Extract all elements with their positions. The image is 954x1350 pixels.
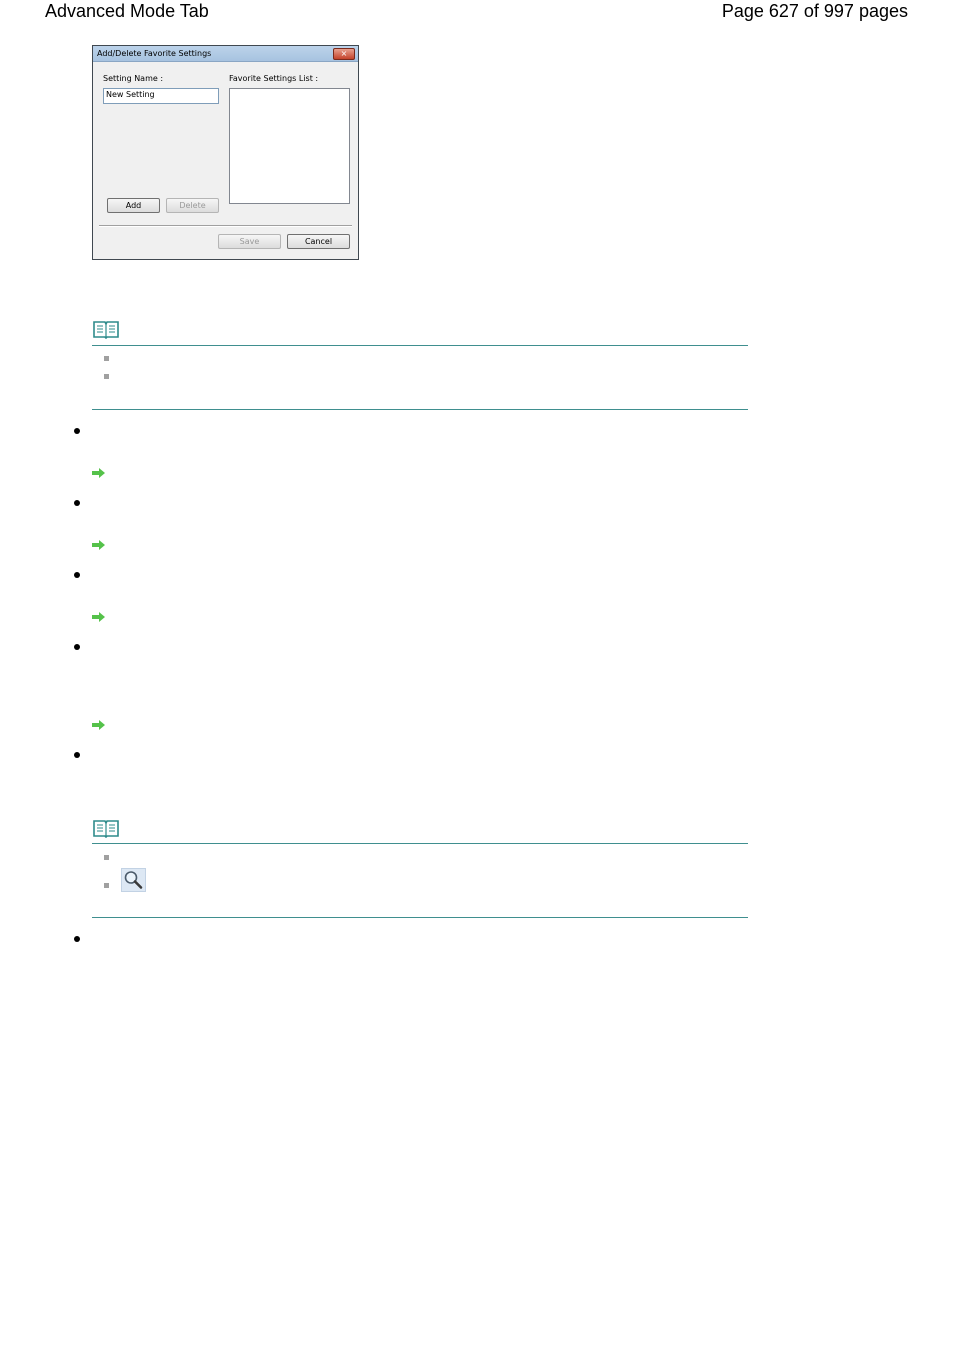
add-button[interactable]: Add — [107, 198, 160, 213]
list-bullet — [74, 752, 80, 758]
save-button[interactable]: Save — [218, 234, 281, 249]
note-top-rule — [92, 843, 748, 844]
setting-name-input[interactable]: New Setting — [103, 88, 219, 104]
list-bullet — [74, 500, 80, 506]
magnifier-icon — [121, 868, 146, 892]
square-bullet — [104, 855, 109, 860]
delete-button[interactable]: Delete — [166, 198, 219, 213]
note-book-icon — [93, 321, 119, 339]
cancel-button[interactable]: Cancel — [287, 234, 350, 249]
list-bullet — [74, 428, 80, 434]
arrow-right-icon[interactable] — [92, 720, 106, 730]
square-bullet — [104, 374, 109, 379]
list-bullet — [74, 644, 80, 650]
note-top-rule — [92, 345, 748, 346]
note-bottom-rule — [92, 409, 748, 410]
arrow-right-icon[interactable] — [92, 612, 106, 622]
setting-name-label: Setting Name : — [103, 74, 164, 83]
add-delete-favorite-settings-dialog: Add/Delete Favorite Settings × Setting N… — [92, 45, 359, 260]
dialog-title: Add/Delete Favorite Settings — [97, 49, 212, 58]
close-icon[interactable]: × — [333, 48, 355, 60]
page-header-title: Advanced Mode Tab — [45, 1, 209, 21]
note-bottom-rule — [92, 917, 748, 918]
list-bullet — [74, 572, 80, 578]
page-number: Page 627 of 997 pages — [721, 1, 908, 21]
note-book-icon — [93, 820, 119, 838]
square-bullet — [104, 356, 109, 361]
dialog-divider — [99, 225, 352, 227]
arrow-right-icon[interactable] — [92, 540, 106, 550]
dialog-title-bar: Add/Delete Favorite Settings × — [93, 46, 358, 62]
favorite-settings-list[interactable] — [229, 88, 350, 204]
square-bullet — [104, 883, 109, 888]
arrow-right-icon[interactable] — [92, 468, 106, 478]
favorite-settings-list-label: Favorite Settings List : — [229, 74, 319, 83]
list-bullet — [74, 936, 80, 942]
